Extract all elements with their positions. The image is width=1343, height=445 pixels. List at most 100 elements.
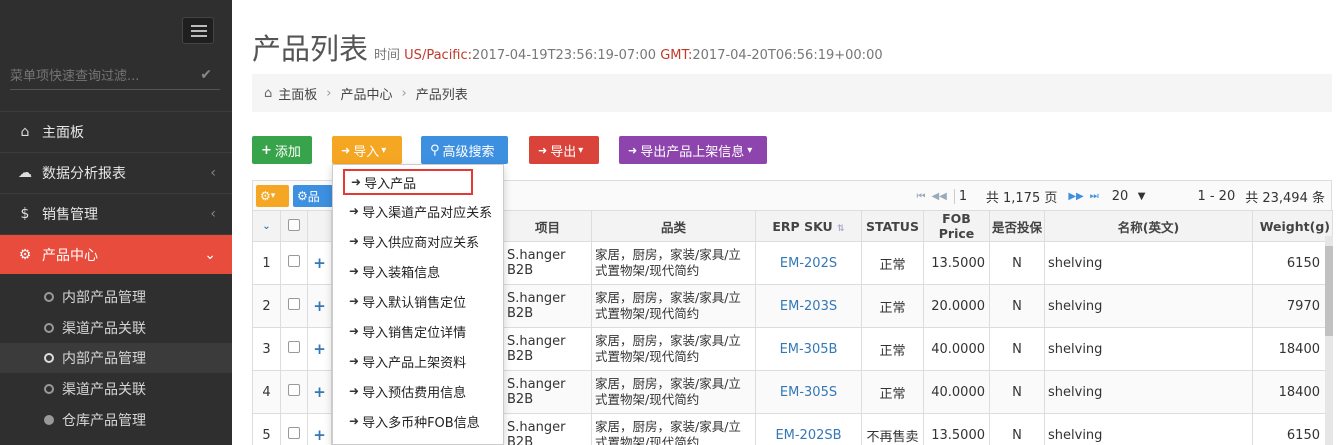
row-sku-link[interactable]: EM-202SB [755,413,862,445]
menu-item-import-sales-position-detail[interactable]: ➜ 导入销售定位详情 [333,316,503,346]
row-number: 1 [252,241,281,285]
row-select[interactable] [280,370,308,414]
check-icon[interactable]: ✔ [200,67,212,83]
add-button[interactable]: + 添加 [252,136,312,164]
sign-in-icon: ➜ [349,234,360,248]
page-input[interactable]: 1 [953,189,984,204]
row-expand[interactable]: + [307,241,332,285]
next-page-icon[interactable]: ▶▶ [1068,191,1083,202]
row-status: 正常 [861,370,924,414]
sidebar-item-product-center[interactable]: ⚙ 产品中心 ⌄ [0,234,232,274]
grid-settings-button[interactable]: ⚙ ▾ [256,185,289,207]
row-sku-link[interactable]: EM-202S [755,241,862,285]
insured-header[interactable]: 是否投保 [989,210,1045,242]
row-sku-link[interactable]: EM-203S [755,284,862,328]
menu-item-import-supplier-mapping[interactable]: ➜ 导入供应商对应关系 [333,226,503,256]
page-size-select[interactable]: 20 [1112,189,1138,204]
chevron-left-icon: ‹ [210,164,216,181]
plus-icon[interactable]: + [313,340,326,358]
caret-down-icon[interactable]: ▼ [1138,191,1146,202]
breadcrumb-product-center[interactable]: 产品中心 [340,84,392,103]
time-1: 2017-04-19T23:56:19-07:00 [472,48,657,63]
sku-header[interactable]: ERP SKU ⇅ [755,210,862,242]
plus-icon[interactable]: + [313,297,326,315]
row-expand[interactable]: + [307,370,332,414]
row-checkbox[interactable] [288,341,300,353]
weight-header[interactable]: Weight(g) [1252,210,1333,242]
menu-filter: ✔ [10,64,220,90]
row-number: 5 [252,413,281,445]
row-project: S.hanger B2B [503,413,592,445]
row-status: 正常 [861,284,924,328]
scrollbar-thumb[interactable] [1325,246,1333,336]
menu-item-import-default-sales-position[interactable]: ➜ 导入默认销售定位 [333,286,503,316]
row-expand[interactable]: + [307,327,332,371]
menu-item-import-estimated-cost[interactable]: ➜ 导入预估费用信息 [333,376,503,406]
menu-item-import-channel-mapping[interactable]: ➜ 导入渠道产品对应关系 [333,196,503,226]
sidebar-subitem-label: 仓库产品管理 [62,413,146,429]
sidebar-subitem-internal-products[interactable]: 内部产品管理 [0,282,232,312]
row-project: S.hanger B2B [503,241,592,285]
plus-icon[interactable]: + [313,426,326,444]
first-page-icon[interactable]: ⏮ [916,191,925,202]
row-expand[interactable]: + [307,413,332,445]
add-button-label: 添加 [274,144,301,160]
sidebar-item-reports[interactable]: ☁ 数据分析报表 ‹ [0,152,232,192]
menu-item-import-packing[interactable]: ➜ 导入装箱信息 [333,256,503,286]
plus-icon[interactable]: + [313,254,326,272]
category-header[interactable]: 品类 [591,210,756,242]
row-checkbox[interactable] [288,255,300,267]
chevron-left-icon: ‹ [210,205,216,222]
sidebar-subitem-channel-products-2[interactable]: 渠道产品关联 [0,374,232,404]
menu-item-label: 导入产品上架资料 [362,355,467,371]
select-all-checkbox[interactable] [288,218,300,231]
plus-icon[interactable]: + [313,383,326,401]
sidebar-subitem-internal-products-current[interactable]: 内部产品管理 [0,343,232,373]
sidebar-subitem-label: 渠道产品关联 [62,321,146,337]
status-header[interactable]: STATUS [861,210,924,242]
menu-item-import-products[interactable]: ➜ 导入产品 [343,169,473,195]
fob-header[interactable]: FOB Price [923,210,990,242]
menu-item-import-multicurrency-fob[interactable]: ➜ 导入多币种FOB信息 [333,406,503,436]
sidebar-item-label: 销售管理 [42,206,98,223]
sidebar-subitem-warehouse-products[interactable]: 仓库产品管理 [0,405,232,435]
row-select[interactable] [280,284,308,328]
advanced-search-button[interactable]: ⚲ 高级搜索 [421,136,508,164]
grid-columns-button[interactable]: ⚙ 品 [293,185,333,207]
project-header[interactable]: 项目 [503,210,592,242]
plus-icon: + [261,142,272,158]
sign-in-icon: ➜ [351,175,362,189]
row-weight: 18400 [1252,370,1333,414]
pager: ⏮ ◀◀ 1 共 1,175 页 ▶▶ ⏭ 20 ▼ 1 - 20 共 23,4… [913,187,1325,206]
row-select[interactable] [280,327,308,371]
row-sku-link[interactable]: EM-305S [755,370,862,414]
last-page-icon[interactable]: ⏭ [1090,191,1099,202]
menu-item-import-listing-info[interactable]: ➜ 导入产品上架资料 [333,346,503,376]
import-button[interactable]: ➜ 导入 ▾ [332,136,402,164]
breadcrumb-dashboard[interactable]: 主面板 [278,84,317,103]
sidebar-item-dashboard[interactable]: ⌂ 主面板 [0,111,232,151]
server-time: 时间 US/Pacific:2017-04-19T23:56:19-07:00 … [374,44,883,63]
row-sku-link[interactable]: EM-305B [755,327,862,371]
sidebar-item-sales[interactable]: $ 销售管理 ‹ [0,193,232,233]
prev-page-icon[interactable]: ◀◀ [931,191,946,202]
sidebar-toggle-button[interactable] [182,17,214,44]
row-select[interactable] [280,241,308,285]
sidebar-subitem-channel-products[interactable]: 渠道产品关联 [0,313,232,343]
row-checkbox[interactable] [288,298,300,310]
row-select[interactable] [280,413,308,445]
row-checkbox[interactable] [288,427,300,439]
menu-filter-input[interactable] [10,64,190,88]
row-expand[interactable]: + [307,284,332,328]
sidebar: ✔ ⌂ 主面板 ☁ 数据分析报表 ‹ $ 销售管理 ‹ ⚙ 产品中心 ⌄ 内部产… [0,0,232,445]
export-listing-button[interactable]: ➜ 导出产品上架信息 ▾ [619,136,767,164]
sort-icon[interactable]: ⇅ [837,224,845,234]
table-scrollbar[interactable] [1325,236,1333,445]
export-button[interactable]: ➜ 导出 ▾ [529,136,599,164]
select-all-header[interactable] [280,210,308,242]
cloud-icon: ☁ [18,164,32,181]
row-checkbox[interactable] [288,384,300,396]
english-name-header[interactable]: 名称(英文) [1044,210,1253,242]
home-icon: ⌂ [264,85,273,101]
expand-all-header[interactable]: ⌄ [252,210,281,242]
